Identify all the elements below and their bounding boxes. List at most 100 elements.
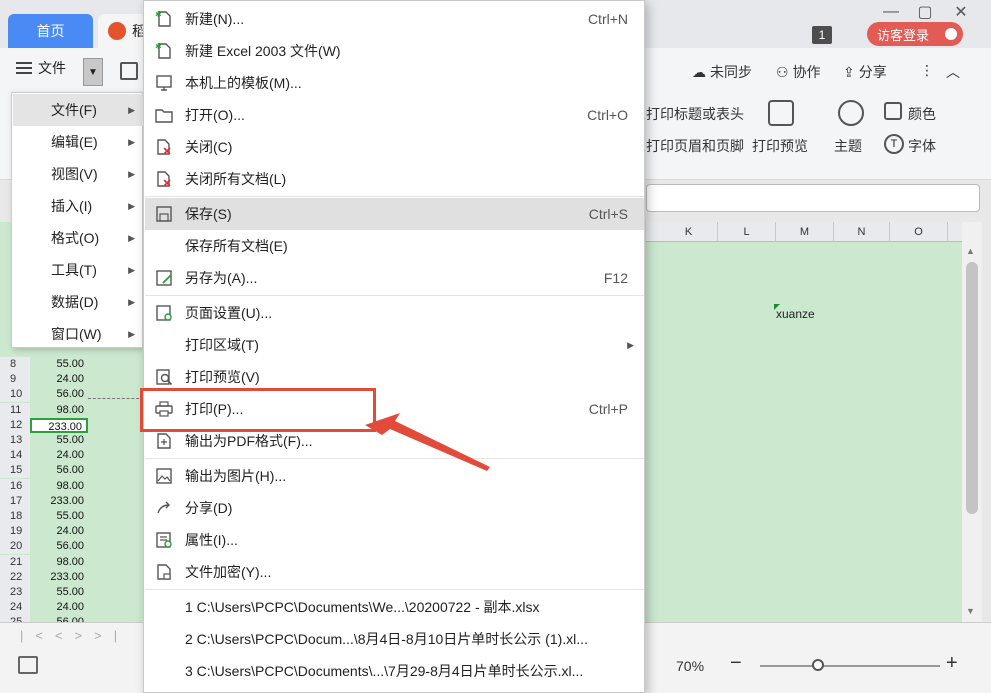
table-cell[interactable]: 55.00 xyxy=(30,509,88,524)
table-cell[interactable]: 56.00 xyxy=(30,387,88,402)
theme-button[interactable]: 主题 xyxy=(834,136,862,156)
row-number[interactable]: 23 xyxy=(0,585,30,600)
close-icon[interactable]: ✕ xyxy=(948,2,974,22)
sheet-nav-icons[interactable]: |<<>>| xyxy=(20,628,129,643)
menu-close[interactable]: 关闭(C) xyxy=(145,131,644,163)
formula-bar[interactable] xyxy=(646,184,980,212)
recent-file-3[interactable]: 3 C:\Users\PCPC\Documents\...\7月29-8月4日片… xyxy=(145,655,644,687)
table-cell[interactable]: 98.00 xyxy=(30,555,88,570)
row-number[interactable]: 21 xyxy=(0,555,30,570)
table-cell[interactable]: 98.00 xyxy=(30,403,88,418)
column-m[interactable]: M xyxy=(776,222,834,242)
menu-item-file[interactable]: 文件(F) ▶ xyxy=(13,94,143,126)
table-cell[interactable]: 56.00 xyxy=(30,463,88,478)
table-cell[interactable]: 24.00 xyxy=(30,600,88,615)
print-header-button[interactable]: 打印页眉和页脚 xyxy=(646,136,744,156)
row-number[interactable]: 10 xyxy=(0,387,30,402)
row-number[interactable]: 16 xyxy=(0,479,30,494)
row-number[interactable]: 14 xyxy=(0,448,30,463)
recent-file-2[interactable]: 2 C:\Users\PCPC\Docum...\8月4日-8月10日片单时长公… xyxy=(145,623,644,655)
row-number[interactable]: 15 xyxy=(0,463,30,478)
font-button[interactable]: 字体 xyxy=(908,136,936,156)
column-n[interactable]: N xyxy=(834,222,890,242)
menu-item-view[interactable]: 视图(V) ▶ xyxy=(13,158,143,190)
menu-item-format[interactable]: 格式(O) ▶ xyxy=(13,222,143,254)
menu-save[interactable]: 保存(S) Ctrl+S xyxy=(145,198,644,230)
row-number[interactable]: 8 xyxy=(0,357,30,372)
menu-share[interactable]: 分享(D) xyxy=(145,492,644,524)
print-title-button[interactable]: 打印标题或表头 xyxy=(646,104,744,124)
row-number[interactable]: 13 xyxy=(0,433,30,448)
row-number[interactable]: 18 xyxy=(0,509,30,524)
menu-encrypt[interactable]: 文件加密(Y)... xyxy=(145,556,644,588)
save-toolbar-icon[interactable] xyxy=(120,62,138,80)
recent-file-1[interactable]: 1 C:\Users\PCPC\Documents\We...\20200722… xyxy=(145,591,644,623)
menu-item-data[interactable]: 数据(D) ▶ xyxy=(13,286,143,318)
menu-save-all[interactable]: 保存所有文档(E) xyxy=(145,230,644,262)
active-cell[interactable]: 233.00 xyxy=(30,418,88,433)
menu-print-area[interactable]: 打印区域(T) ▶ xyxy=(145,329,644,361)
palette-icon[interactable] xyxy=(838,100,864,126)
cell-text[interactable]: xuanze xyxy=(776,307,815,321)
scroll-up-icon[interactable]: ▲ xyxy=(966,246,975,256)
table-cell[interactable]: 233.00 xyxy=(30,570,88,585)
menu-save-as[interactable]: 另存为(A)... F12 xyxy=(145,262,644,294)
file-menu-button[interactable]: 文件 xyxy=(16,58,66,78)
zoom-slider-handle[interactable] xyxy=(812,659,824,671)
zoom-out-icon[interactable]: − xyxy=(730,652,742,675)
row-number[interactable]: 19 xyxy=(0,524,30,539)
table-cell[interactable]: 98.00 xyxy=(30,479,88,494)
scroll-down-icon[interactable]: ▼ xyxy=(966,606,975,616)
chevron-down-icon[interactable]: ▼ xyxy=(83,58,103,86)
menu-item-tools[interactable]: 工具(T) ▶ xyxy=(13,254,143,286)
menu-new[interactable]: ✱ 新建(N)... Ctrl+N xyxy=(145,3,644,35)
menu-open[interactable]: 打开(O)... Ctrl+O xyxy=(145,99,644,131)
file-dropdown-menu: ✱ 新建(N)... Ctrl+N ✱ 新建 Excel 2003 文件(W) 本机上… xyxy=(143,0,645,693)
maximize-icon[interactable]: ▢ xyxy=(912,2,938,22)
row-number[interactable]: 11 xyxy=(0,403,30,418)
minimize-icon[interactable]: — xyxy=(878,2,904,22)
table-cell[interactable]: 24.00 xyxy=(30,372,88,387)
tab-document[interactable]: 稻 xyxy=(98,14,148,48)
color-button[interactable]: 颜色 xyxy=(908,104,936,124)
menu-close-all[interactable]: 关闭所有文档(L) xyxy=(145,163,644,195)
scrollbar-thumb[interactable] xyxy=(966,262,978,514)
table-cell[interactable]: 55.00 xyxy=(30,433,88,448)
column-o[interactable]: O xyxy=(890,222,948,242)
print-preview-button[interactable]: 打印预览 xyxy=(752,136,808,156)
table-cell[interactable]: 55.00 xyxy=(30,357,88,372)
row-number[interactable]: 17 xyxy=(0,494,30,509)
sheet-icon[interactable] xyxy=(18,656,38,674)
table-cell[interactable]: 56.00 xyxy=(30,539,88,554)
row-number[interactable]: 24 xyxy=(0,600,30,615)
collab-button[interactable]: ⚇ 协作 xyxy=(776,62,821,82)
zoom-in-icon[interactable]: + xyxy=(946,652,958,675)
menu-item-insert[interactable]: 插入(I) ▶ xyxy=(13,190,143,222)
collapse-ribbon-icon[interactable]: ︿ xyxy=(946,62,960,82)
table-cell[interactable]: 233.00 xyxy=(30,494,88,509)
row-number[interactable]: 20 xyxy=(0,539,30,554)
table-cell[interactable]: 24.00 xyxy=(30,448,88,463)
column-l[interactable]: L xyxy=(718,222,776,242)
zoom-level[interactable]: 70% xyxy=(676,658,704,674)
menu-properties[interactable]: 属性(I)... xyxy=(145,524,644,556)
tab-home[interactable]: 首页 xyxy=(8,14,93,48)
table-cell[interactable]: 24.00 xyxy=(30,524,88,539)
window-count-badge[interactable]: 1 xyxy=(812,26,832,44)
menu-templates[interactable]: 本机上的模板(M)... xyxy=(145,67,644,99)
print-preview-icon[interactable] xyxy=(768,100,794,126)
zoom-slider[interactable] xyxy=(760,665,940,667)
row-number[interactable]: 12 xyxy=(0,418,30,433)
visitor-login-button[interactable]: 访客登录 xyxy=(867,22,963,46)
row-number[interactable]: 9 xyxy=(0,372,30,387)
table-cell[interactable]: 55.00 xyxy=(30,585,88,600)
menu-new-excel-2003[interactable]: ✱ 新建 Excel 2003 文件(W) xyxy=(145,35,644,67)
menu-item-window[interactable]: 窗口(W) ▶ xyxy=(13,318,143,350)
menu-item-edit[interactable]: 编辑(E) ▶ xyxy=(13,126,143,158)
menu-page-setup[interactable]: 页面设置(U)... xyxy=(145,297,644,329)
share-button[interactable]: ⇪ 分享 xyxy=(843,62,887,82)
more-icon[interactable]: ⋮ xyxy=(920,62,934,79)
row-number[interactable]: 22 xyxy=(0,570,30,585)
sync-status[interactable]: ☁ 未同步 xyxy=(692,62,752,82)
column-k[interactable]: K xyxy=(660,222,718,242)
